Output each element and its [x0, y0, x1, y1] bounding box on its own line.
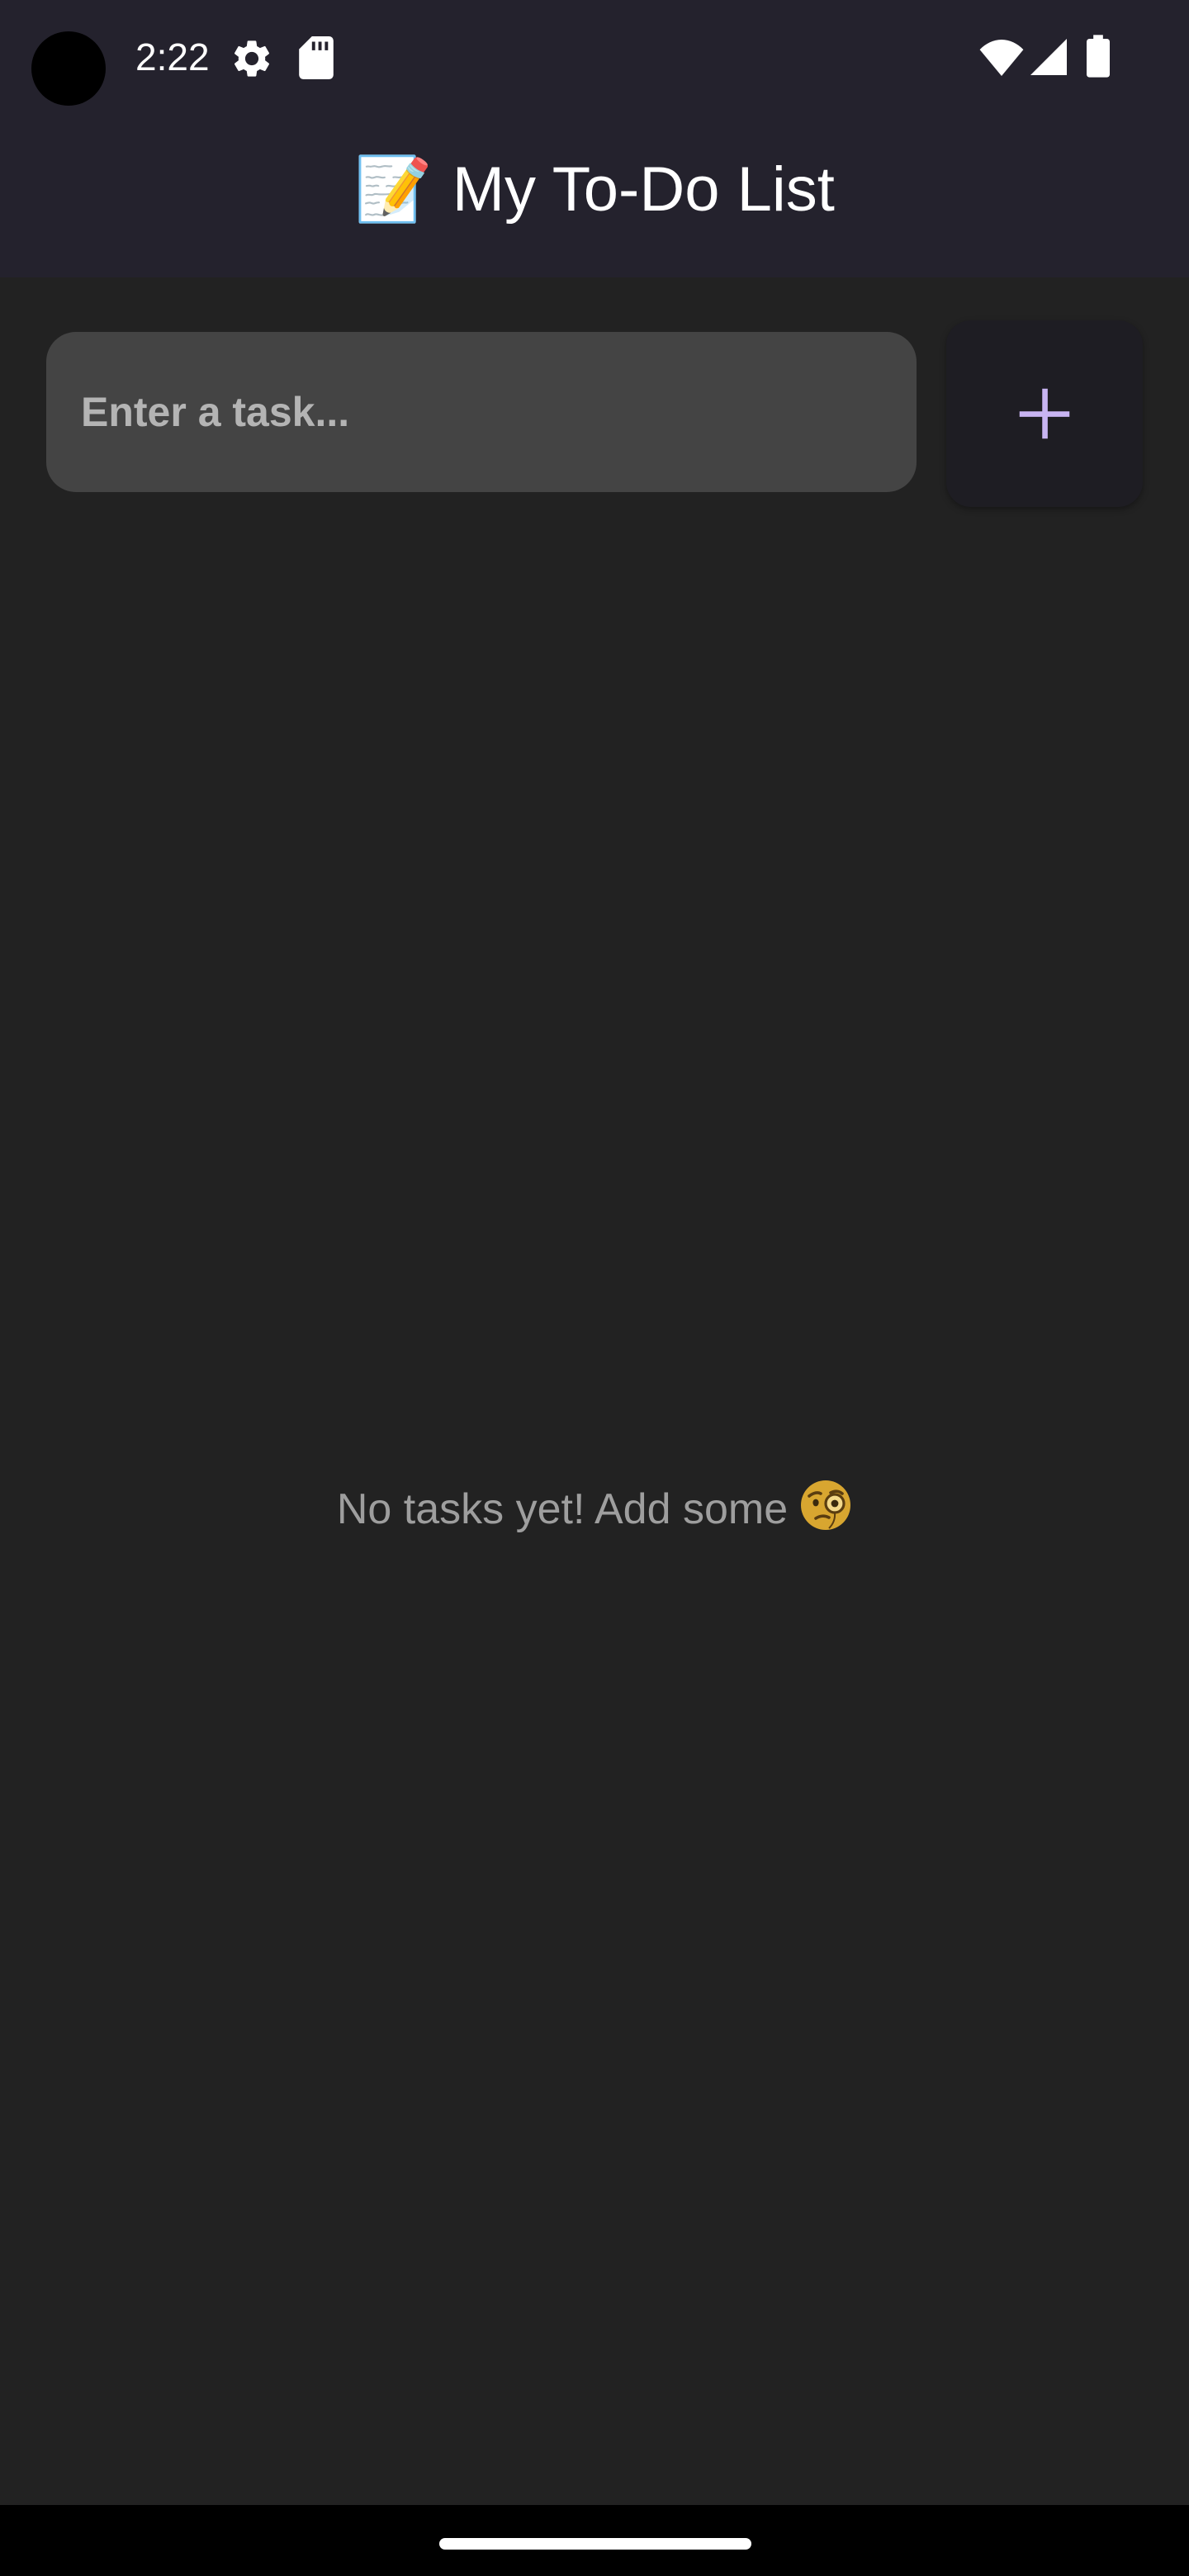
memo-emoji: 📝	[354, 154, 433, 225]
page-title: 📝 My To-Do List	[0, 132, 1189, 248]
home-gesture-handle[interactable]	[439, 2538, 751, 2550]
task-input[interactable]	[46, 332, 917, 492]
wifi-icon	[979, 40, 1024, 76]
plus-icon	[1019, 388, 1070, 439]
navigation-bar	[0, 2505, 1189, 2576]
empty-state-message: No tasks yet! Add some	[0, 1478, 1189, 1541]
status-bar: 2:22	[0, 0, 1189, 132]
signal-icon	[1030, 39, 1067, 75]
app-screen: 2:22 📝 My To-Do List Enter a task... No …	[0, 0, 1189, 2576]
status-time: 2:22	[135, 36, 210, 78]
camera-cutout	[31, 31, 106, 106]
empty-state-text: No tasks yet! Add some	[336, 1485, 789, 1533]
battery-icon	[1087, 35, 1110, 78]
sd-card-icon	[299, 36, 334, 79]
monocle-face-emoji	[801, 1480, 851, 1530]
add-task-button[interactable]	[946, 320, 1143, 507]
page-title-text: My To-Do List	[452, 154, 835, 225]
gear-icon	[234, 40, 270, 77]
app-bar: 📝 My To-Do List	[0, 132, 1189, 277]
